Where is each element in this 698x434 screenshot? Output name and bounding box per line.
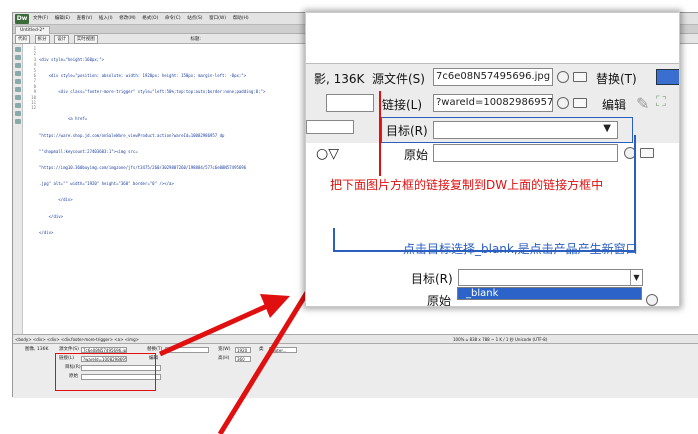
inset-height-input[interactable] [306,120,354,134]
blue-connector-line [333,228,335,252]
crop-icon[interactable]: ⛶ [656,94,666,110]
folder-icon[interactable] [573,98,587,108]
inset-alt-input[interactable] [656,69,679,85]
dropdown-arrow-icon[interactable]: ▼ [630,270,642,285]
inset-original-input[interactable] [433,144,618,162]
inset-width-input[interactable] [326,94,374,112]
inset-src-label: 源文件(S) [372,72,425,86]
inset-alt-label: 替换(T) [596,72,637,86]
highlight-box-blue [381,117,633,143]
dropdown-target-select[interactable]: ▼ [458,269,643,286]
point-to-file-icon[interactable] [557,97,569,109]
red-connector-line [379,91,381,176]
inset-edit-label: 编辑 [602,98,627,112]
blue-connector-line [634,135,636,250]
dropdown-target-label: 目标(R) [411,272,453,286]
instruction-blue: 点击目标选择_blank,是点击产品产生新窗口 [403,242,638,256]
folder-icon[interactable] [573,72,587,82]
dropdown-original-label: 原始 [427,294,452,307]
inset-size-label: 影, 136K [314,72,365,86]
inset-link-label: 链接(L) [382,98,423,112]
inset-top-area [306,13,679,63]
shape-icons: ○▽ [316,146,339,162]
inset-src-input[interactable]: 7c6e08N57495696.jpg [433,68,553,86]
folder-icon[interactable] [640,148,654,158]
pencil-icon[interactable]: ✎ [636,94,649,113]
inset-original-label: 原始 [404,148,429,162]
point-to-file-icon[interactable] [557,71,569,83]
inset-link-input[interactable]: ?wareId=10082986957 [433,94,553,112]
dropdown-option-blank[interactable]: _blank [457,287,642,300]
instruction-red: 把下面图片方框的链接复制到DW上面的链接方框中 [330,178,604,192]
inset-property-inspector: 影, 136K 源文件(S) 7c6e08N57495696.jpg 替换(T)… [306,63,679,143]
point-to-file-icon[interactable] [646,294,658,306]
zoom-inset: 影, 136K 源文件(S) 7c6e08N57495696.jpg 替换(T)… [305,12,680,307]
